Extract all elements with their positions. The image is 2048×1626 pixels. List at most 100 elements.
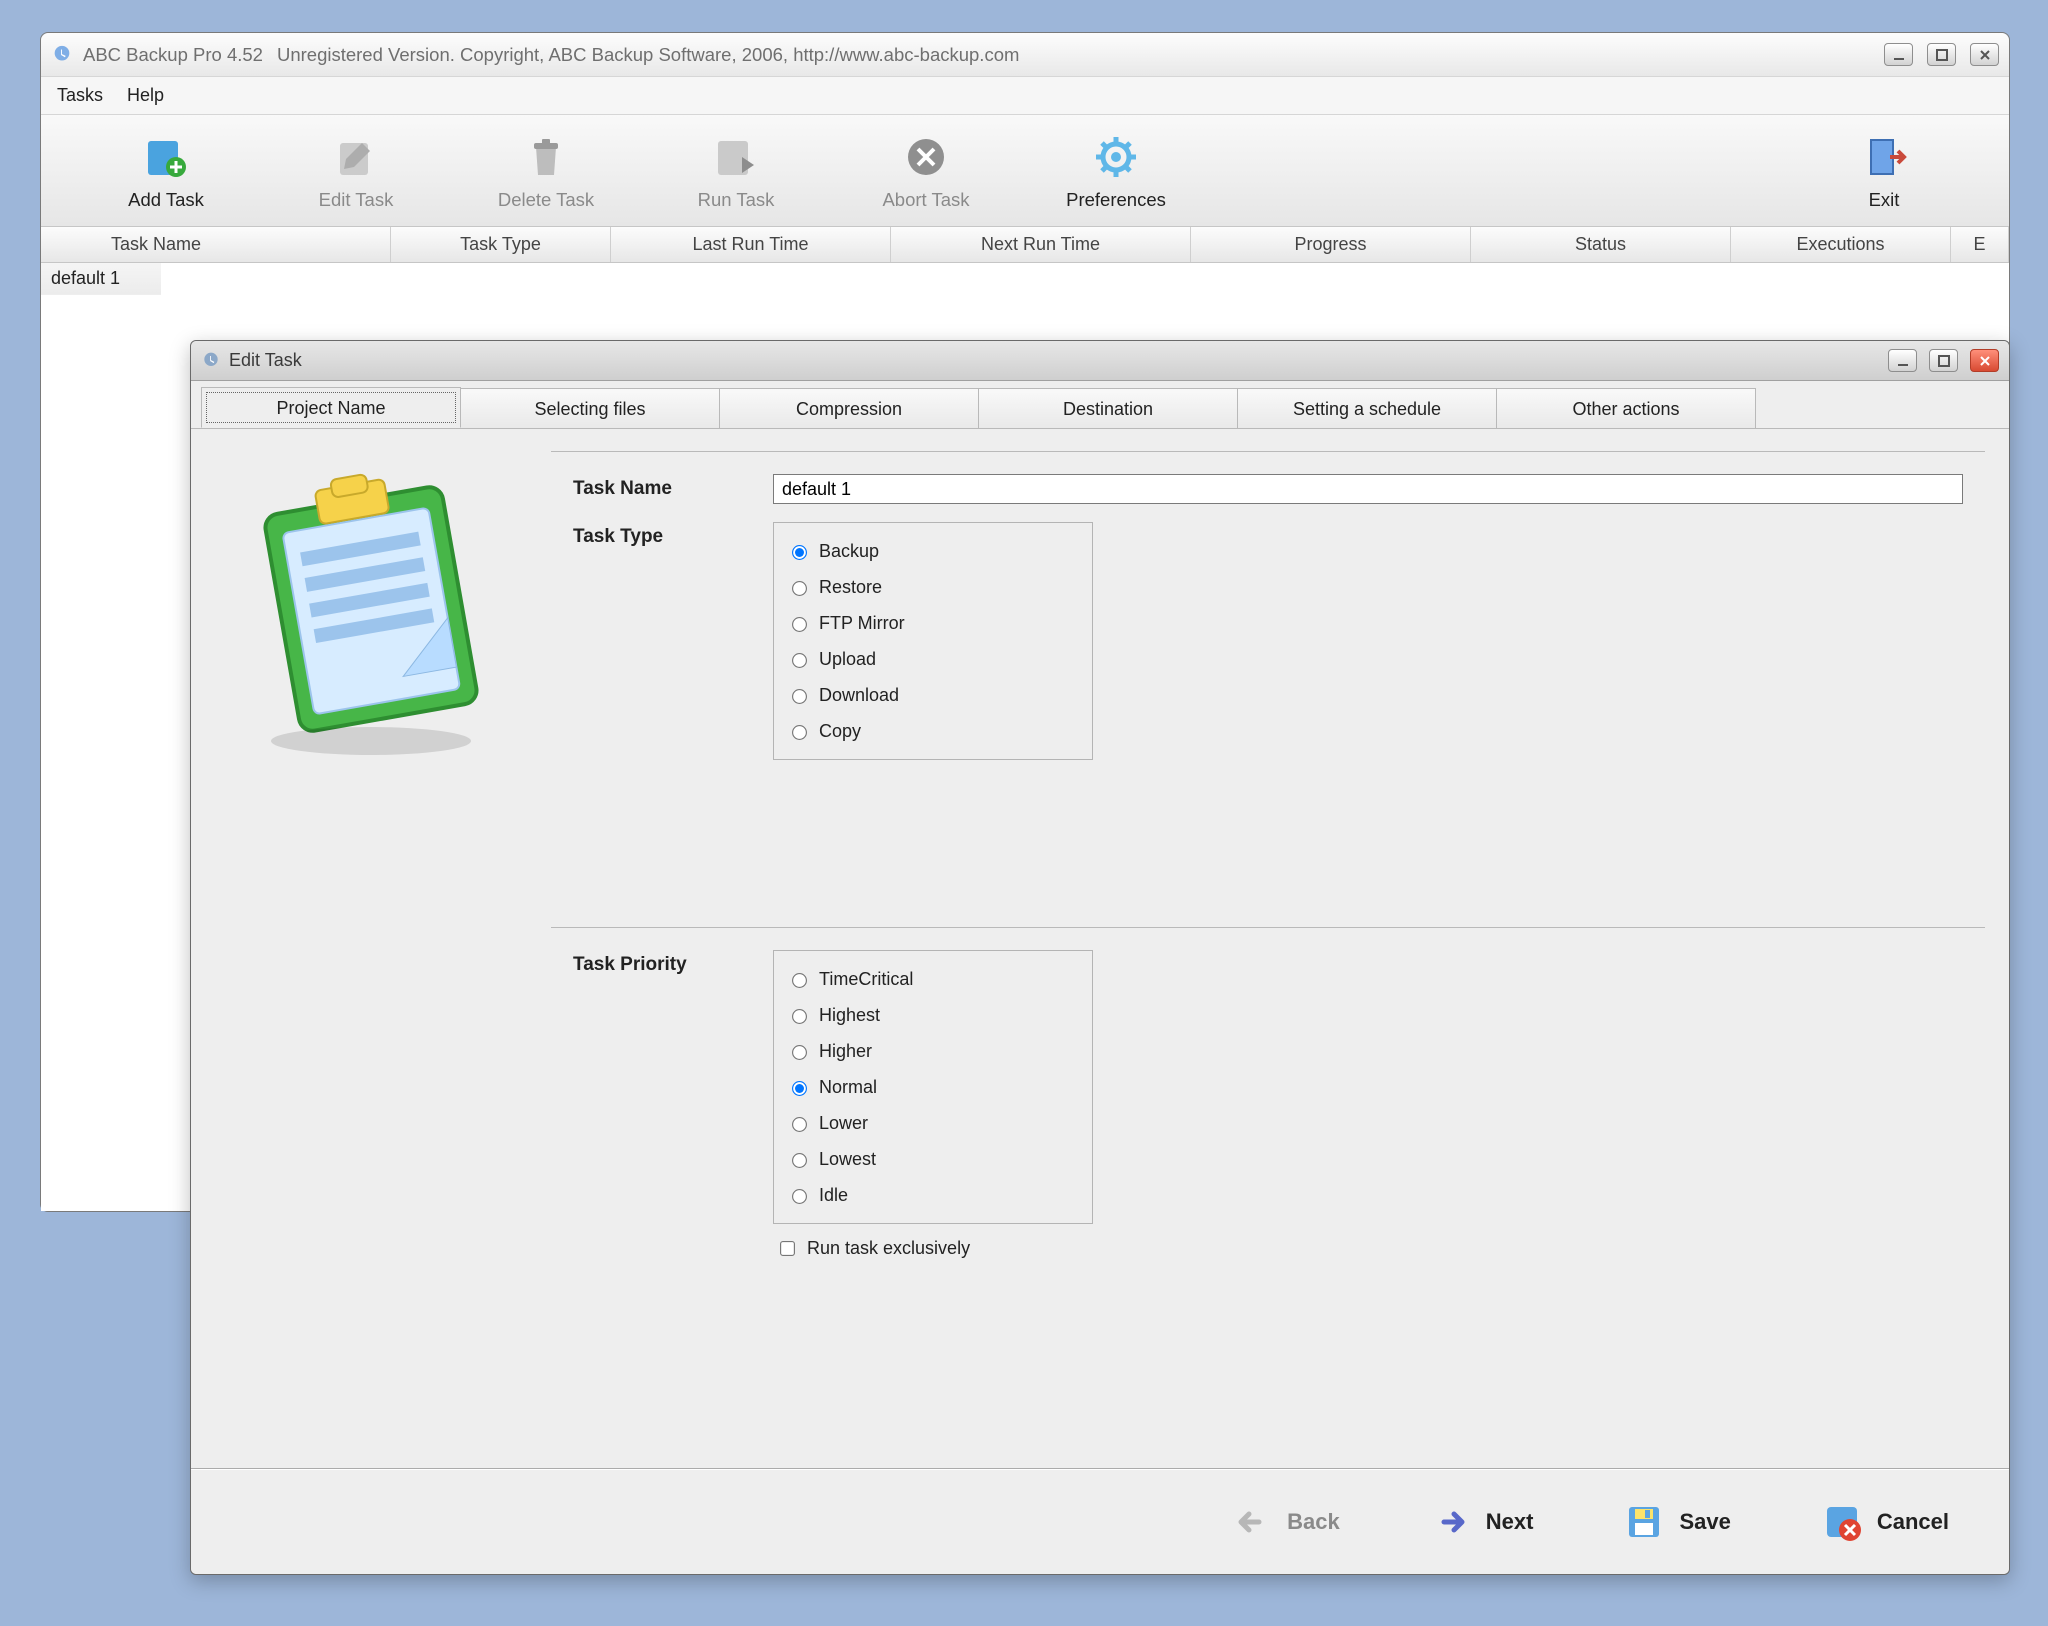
tab-compression[interactable]: Compression	[719, 388, 979, 428]
task-type-group: Backup Restore FTP Mirror Upload	[773, 522, 1093, 760]
columns-header: Task Name Task Type Last Run Time Next R…	[41, 227, 2009, 263]
main-maximize-button[interactable]	[1927, 43, 1956, 66]
add-task-button[interactable]: Add Task	[71, 131, 261, 211]
panel-name-type: Task Name Task Type Backup Restore	[551, 451, 1985, 800]
radio-higher[interactable]	[792, 1045, 807, 1060]
radio-label: Upload	[819, 649, 876, 670]
dialog-maximize-button[interactable]	[1929, 349, 1958, 372]
menu-tasks[interactable]: Tasks	[57, 85, 103, 106]
save-floppy-icon	[1623, 1501, 1665, 1543]
save-button[interactable]: Save	[1623, 1501, 1730, 1543]
cancel-icon	[1821, 1501, 1863, 1543]
footer-btn-label: Next	[1486, 1509, 1534, 1535]
main-close-button[interactable]	[1970, 43, 1999, 66]
radio-restore[interactable]	[792, 581, 807, 596]
exit-icon	[1858, 131, 1910, 183]
app-subtitle: Unregistered Version. Copyright, ABC Bac…	[277, 44, 1019, 66]
radio-label: Normal	[819, 1077, 877, 1098]
app-icon	[51, 44, 73, 66]
priority-lower[interactable]: Lower	[788, 1105, 1078, 1141]
dialog-minimize-button[interactable]	[1888, 349, 1917, 372]
radio-timecritical[interactable]	[792, 973, 807, 988]
preferences-button[interactable]: Preferences	[1021, 131, 1211, 211]
toolbar-label: Add Task	[128, 189, 204, 211]
task-type-upload[interactable]: Upload	[788, 641, 1078, 677]
col-next-run[interactable]: Next Run Time	[891, 227, 1191, 262]
priority-highest[interactable]: Highest	[788, 997, 1078, 1033]
radio-ftp-mirror[interactable]	[792, 617, 807, 632]
radio-label: Lowest	[819, 1149, 876, 1170]
abort-task-button[interactable]: Abort Task	[831, 131, 1021, 211]
radio-idle[interactable]	[792, 1189, 807, 1204]
form-area: Task Name Task Type Backup Restore	[551, 429, 2009, 1468]
radio-label: Highest	[819, 1005, 880, 1026]
dialog-close-button[interactable]	[1970, 349, 1999, 372]
toolbar-label: Run Task	[698, 189, 775, 211]
tab-destination[interactable]: Destination	[978, 388, 1238, 428]
tab-project-name[interactable]: Project Name	[201, 387, 461, 428]
footer-btn-label: Cancel	[1877, 1509, 1949, 1535]
back-arrow-icon	[1231, 1501, 1273, 1543]
toolbar-label: Exit	[1869, 189, 1900, 211]
radio-label: Lower	[819, 1113, 868, 1134]
radio-label: TimeCritical	[819, 969, 913, 990]
task-priority-group: TimeCritical Highest Higher	[773, 950, 1093, 1224]
run-exclusively-row[interactable]: Run task exclusively	[777, 1238, 1093, 1259]
task-type-copy[interactable]: Copy	[788, 713, 1078, 749]
col-last-run[interactable]: Last Run Time	[611, 227, 891, 262]
radio-normal[interactable]	[792, 1081, 807, 1096]
col-executions[interactable]: Executions	[1731, 227, 1951, 262]
dialog-footer: Back Next Save Cancel	[191, 1468, 2009, 1574]
run-task-button[interactable]: Run Task	[641, 131, 831, 211]
clipboard-illustration	[191, 429, 551, 1468]
priority-higher[interactable]: Higher	[788, 1033, 1078, 1069]
tab-selecting-files[interactable]: Selecting files	[460, 388, 720, 428]
radio-lowest[interactable]	[792, 1153, 807, 1168]
col-task-name[interactable]: Task Name	[41, 227, 391, 262]
task-name-label: Task Name	[573, 474, 773, 500]
priority-timecritical[interactable]: TimeCritical	[788, 961, 1078, 997]
priority-lowest[interactable]: Lowest	[788, 1141, 1078, 1177]
tab-other-actions[interactable]: Other actions	[1496, 388, 1756, 428]
col-task-type[interactable]: Task Type	[391, 227, 611, 262]
delete-task-icon	[520, 131, 572, 183]
col-status[interactable]: Status	[1471, 227, 1731, 262]
radio-copy[interactable]	[792, 725, 807, 740]
radio-label: FTP Mirror	[819, 613, 905, 634]
run-exclusively-checkbox[interactable]	[780, 1241, 795, 1256]
menu-help[interactable]: Help	[127, 85, 164, 106]
dialog-tabstrip: Project Name Selecting files Compression…	[191, 381, 2009, 429]
radio-lower[interactable]	[792, 1117, 807, 1132]
radio-highest[interactable]	[792, 1009, 807, 1024]
task-name-input[interactable]	[773, 474, 1963, 504]
radio-backup[interactable]	[792, 545, 807, 560]
add-task-icon	[140, 131, 192, 183]
task-priority-label: Task Priority	[573, 950, 773, 976]
main-minimize-button[interactable]	[1884, 43, 1913, 66]
radio-upload[interactable]	[792, 653, 807, 668]
task-type-download[interactable]: Download	[788, 677, 1078, 713]
footer-btn-label: Back	[1287, 1509, 1340, 1535]
tab-schedule[interactable]: Setting a schedule	[1237, 388, 1497, 428]
exit-button[interactable]: Exit	[1789, 131, 1979, 211]
task-type-label: Task Type	[573, 522, 773, 548]
dialog-title-text: Edit Task	[229, 350, 302, 371]
cancel-button[interactable]: Cancel	[1821, 1501, 1949, 1543]
col-overflow[interactable]: E	[1951, 227, 2009, 262]
edit-task-button[interactable]: Edit Task	[261, 131, 451, 211]
run-task-icon	[710, 131, 762, 183]
dialog-titlebar: Edit Task	[191, 341, 2009, 381]
radio-label: Backup	[819, 541, 879, 562]
next-button[interactable]: Next	[1430, 1501, 1534, 1543]
delete-task-button[interactable]: Delete Task	[451, 131, 641, 211]
table-row[interactable]: default 1	[41, 263, 161, 295]
task-type-ftp-mirror[interactable]: FTP Mirror	[788, 605, 1078, 641]
priority-normal[interactable]: Normal	[788, 1069, 1078, 1105]
radio-download[interactable]	[792, 689, 807, 704]
task-type-backup[interactable]: Backup	[788, 533, 1078, 569]
toolbar-label: Preferences	[1066, 189, 1166, 211]
task-type-restore[interactable]: Restore	[788, 569, 1078, 605]
col-progress[interactable]: Progress	[1191, 227, 1471, 262]
priority-idle[interactable]: Idle	[788, 1177, 1078, 1213]
back-button[interactable]: Back	[1231, 1501, 1340, 1543]
